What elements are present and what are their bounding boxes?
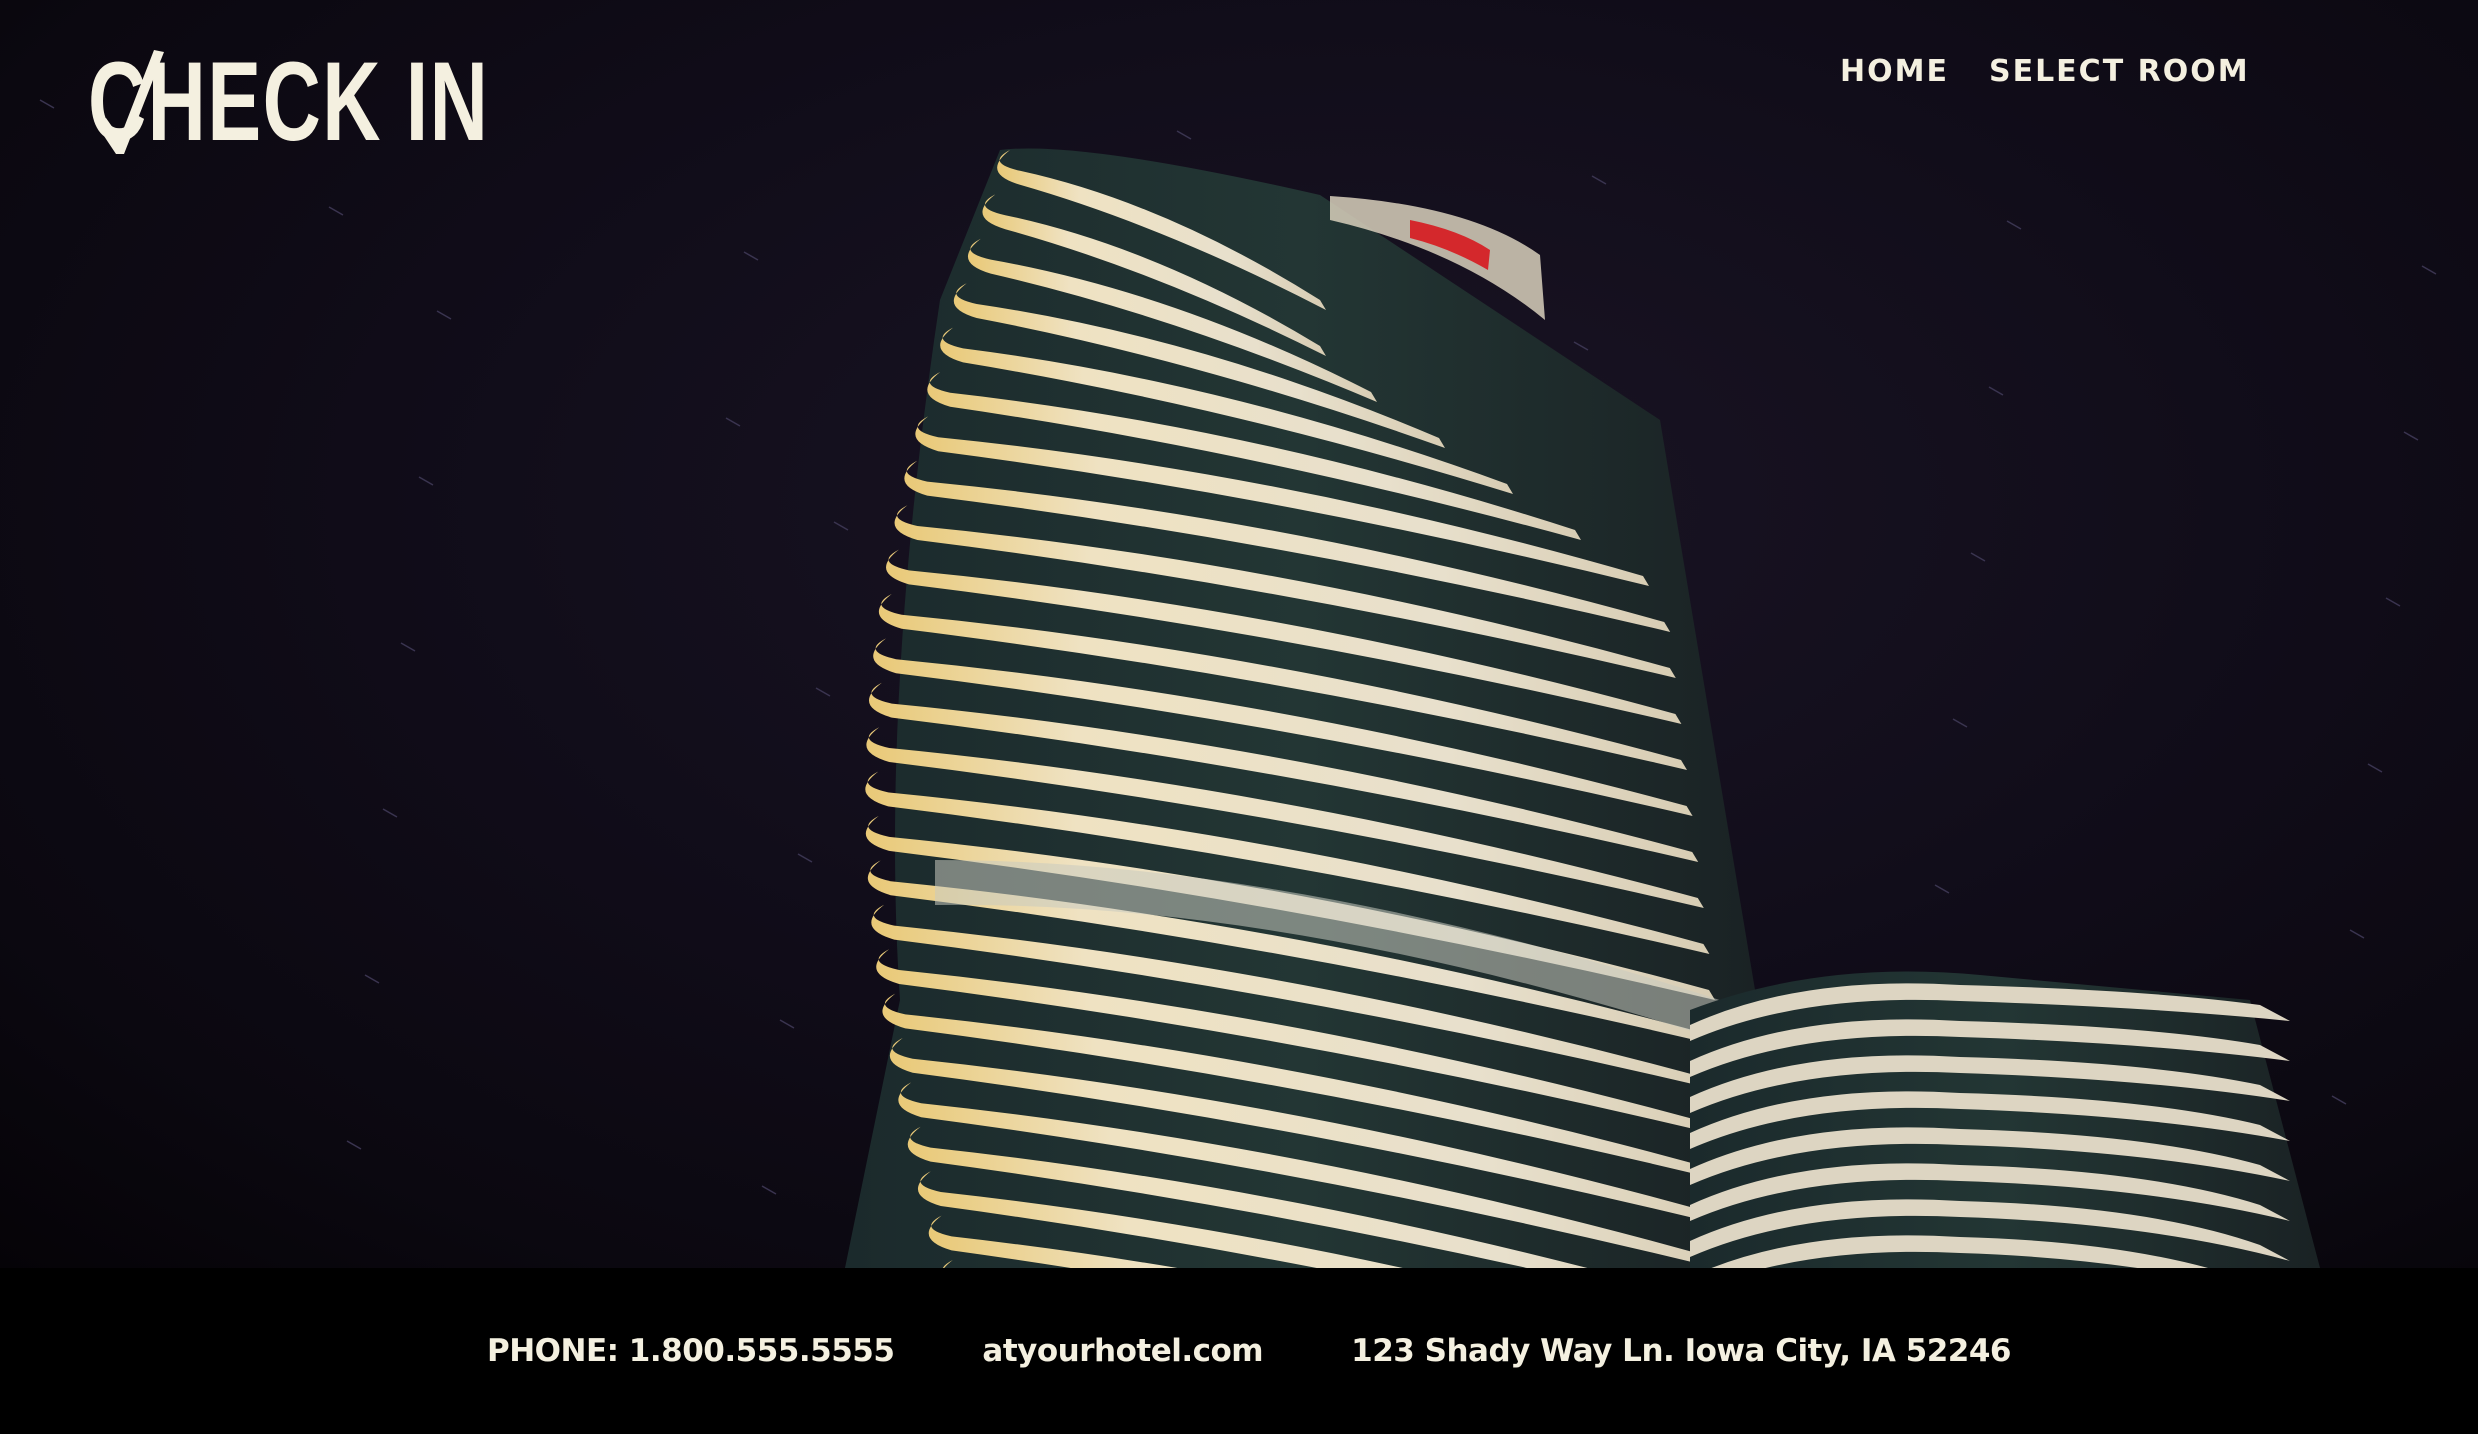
footer-address: 123 Shady Way Ln. Iowa City, IA 52246 (1351, 1333, 2011, 1369)
star-streak (797, 853, 813, 863)
hotel-building-illustration (39, 99, 2437, 1268)
star-streak (1934, 884, 1950, 894)
star-streak (1176, 130, 1192, 140)
page: CHECK IN HOME SELECT ROOM PHONE: 1.800.5… (0, 0, 2478, 1434)
star-streak (39, 99, 55, 109)
star-streak (833, 521, 849, 531)
nav-select-room[interactable]: SELECT ROOM (1989, 54, 2250, 89)
star-streak (1573, 341, 1589, 351)
star-streak (2331, 1095, 2347, 1105)
star-streak (2403, 431, 2419, 441)
logo-text: CHECK IN (88, 39, 490, 164)
wing (1690, 971, 2320, 1268)
star-streak (1952, 718, 1968, 728)
footer: PHONE: 1.800.555.5555 atyourhotel.com 12… (0, 1268, 2478, 1434)
star-streak (382, 808, 398, 818)
star-streak (346, 1140, 362, 1150)
star-streak (2006, 220, 2022, 230)
star-streak (761, 1185, 777, 1195)
nav-home[interactable]: HOME (1840, 54, 1949, 89)
star-streak (1988, 386, 2004, 396)
star-streak (436, 310, 452, 320)
star-streak (1591, 175, 1607, 185)
star-streak (2421, 265, 2437, 275)
footer-phone[interactable]: PHONE: 1.800.555.5555 (487, 1333, 895, 1369)
star-streak (779, 1019, 795, 1029)
star-streak (2385, 597, 2401, 607)
star-streak (2367, 763, 2383, 773)
star-streak (364, 974, 380, 984)
star-streak (725, 417, 741, 427)
star-streak (743, 251, 759, 261)
tower (845, 148, 1760, 1268)
star-streak (815, 687, 831, 697)
footer-website[interactable]: atyourhotel.com (982, 1333, 1263, 1369)
hero-image: CHECK IN HOME SELECT ROOM (0, 0, 2478, 1268)
main-nav: HOME SELECT ROOM (1840, 54, 2250, 89)
star-streak (418, 476, 434, 486)
star-streak (2349, 929, 2365, 939)
logo[interactable]: CHECK IN (88, 46, 645, 158)
star-streak (328, 206, 344, 216)
star-streak (1970, 552, 1986, 562)
star-streak (400, 642, 416, 652)
